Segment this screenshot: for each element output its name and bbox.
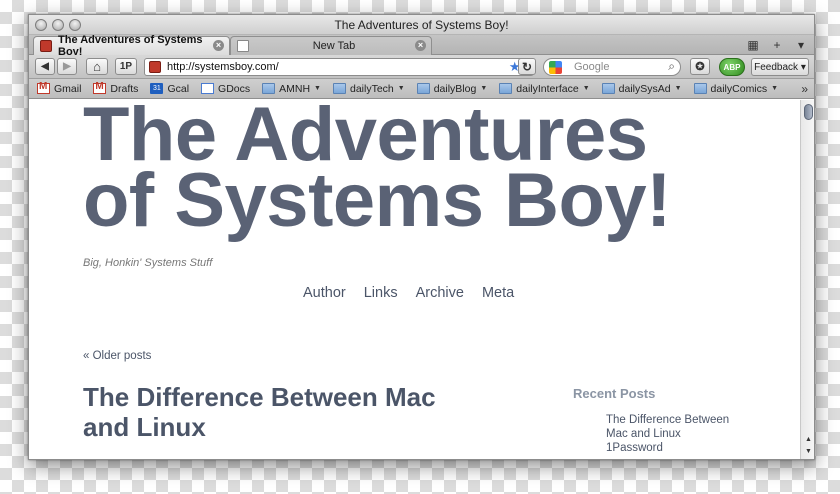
tabbar-tools: ▦ + ▾ (744, 37, 810, 53)
post-title-line: and Linux (83, 412, 206, 442)
bookmark-folder-amnh[interactable]: AMNH ▼ (262, 83, 321, 95)
bookmark-folder-dailyblog[interactable]: dailyBlog ▼ (416, 83, 488, 95)
chevron-down-icon: ▼ (674, 85, 682, 92)
scrollbar-thumb[interactable] (804, 104, 813, 120)
folder-icon (601, 83, 615, 94)
vertical-scrollbar[interactable]: ▲ ▼ (800, 100, 814, 459)
site-tagline: Big, Honkin' Systems Stuff (83, 257, 213, 269)
back-button[interactable]: ◀ (35, 58, 55, 75)
bookmark-drafts[interactable]: Drafts (93, 81, 138, 95)
folder-icon (499, 83, 513, 94)
chevron-down-icon: ▼ (771, 85, 779, 92)
nav-link-archive[interactable]: Archive (416, 285, 464, 301)
site-title-line: of Systems Boy! (83, 158, 672, 243)
google-icon (549, 61, 562, 74)
calendar-icon: 31 (150, 83, 164, 94)
bookmark-gmail[interactable]: Gmail (37, 81, 81, 95)
chevron-down-icon: ▼ (582, 85, 590, 92)
browser-window: The Adventures of Systems Boy! The Adven… (28, 14, 815, 460)
older-posts-link[interactable]: « Older posts (83, 350, 151, 362)
recent-posts-heading: Recent Posts (573, 386, 656, 401)
recent-posts-list: The Difference Between Mac and Linux 1Pa… (606, 413, 756, 455)
adblock-button[interactable]: ABP (719, 58, 745, 76)
site-favicon-icon (40, 40, 52, 52)
nav-link-author[interactable]: Author (303, 285, 346, 301)
more-bookmarks-icon[interactable]: » (801, 82, 808, 96)
tab-overview-icon[interactable]: ▦ (744, 37, 762, 53)
url-field[interactable]: http://systemsboy.com/ ★▾ (144, 58, 534, 76)
gmail-icon (93, 81, 107, 94)
sync-button[interactable]: ✪ (690, 58, 710, 75)
nav-link-links[interactable]: Links (364, 285, 398, 301)
chevron-down-icon: ▼ (314, 85, 321, 92)
bookmark-gcal[interactable]: 31 Gcal (150, 83, 189, 95)
folder-icon (416, 83, 430, 94)
recent-post-link[interactable]: 1Password (606, 441, 756, 455)
chevron-down-icon: ▼ (480, 85, 488, 92)
home-button[interactable]: ⌂ (86, 58, 108, 75)
folder-icon (693, 83, 707, 94)
tab-systemsboy[interactable]: The Adventures of Systems Boy! × (33, 34, 230, 58)
bookmark-folder-dailytech[interactable]: dailyTech ▼ (332, 83, 405, 95)
page-icon (237, 40, 249, 52)
gmail-icon (37, 81, 50, 94)
post-title-line: The Difference Between Mac (83, 382, 436, 412)
search-placeholder: Google (574, 61, 610, 73)
scroll-down-icon[interactable]: ▼ (801, 446, 814, 458)
bookmarks-bar: Gmail Drafts 31Gcal GDocs AMNH▼ dailyTec… (29, 79, 814, 99)
recent-post-link[interactable]: Mac and Linux (606, 427, 756, 441)
tab-label: New Tab (312, 40, 356, 52)
chevron-down-icon: ▼ (397, 85, 405, 92)
bookmark-folder-dailyinterface[interactable]: dailyInterface ▼ (499, 83, 590, 95)
nav-link-meta[interactable]: Meta (482, 285, 514, 301)
search-icon[interactable]: ⌕ (668, 59, 675, 74)
navigation-toolbar: ◀ ▶ ⌂ 1P http://systemsboy.com/ ★▾ ↻ Goo… (29, 55, 814, 79)
bookmark-folder-dailysysad[interactable]: dailySysAd ▼ (601, 83, 682, 95)
folder-icon (332, 83, 346, 94)
close-tab-icon[interactable]: × (213, 40, 224, 51)
site-title[interactable]: The Adventures of Systems Boy! (83, 100, 783, 243)
docs-icon (201, 83, 215, 94)
site-favicon-icon (149, 61, 161, 73)
post-title[interactable]: The Difference Between Mac and Linux (83, 382, 503, 442)
tab-list-icon[interactable]: ▾ (792, 37, 810, 53)
bookmark-gdocs[interactable]: GDocs (201, 83, 250, 95)
onepassword-button[interactable]: 1P (115, 58, 137, 75)
search-input[interactable]: Google ⌕ (543, 58, 681, 76)
reload-button[interactable]: ↻ (518, 58, 536, 75)
new-tab-icon[interactable]: + (768, 37, 786, 53)
scroll-up-icon[interactable]: ▲ (801, 434, 814, 446)
site-navigation: Author Links Archive Meta (303, 285, 514, 301)
tab-new-tab[interactable]: New Tab × (230, 36, 432, 55)
url-text: http://systemsboy.com/ (167, 61, 279, 73)
page-content: The Adventures of Systems Boy! Big, Honk… (29, 100, 800, 459)
tab-bar: The Adventures of Systems Boy! × New Tab… (29, 34, 814, 58)
folder-icon (262, 83, 276, 94)
title-bar: The Adventures of Systems Boy! (29, 15, 814, 35)
window-title: The Adventures of Systems Boy! (334, 18, 509, 32)
close-tab-icon[interactable]: × (415, 40, 426, 51)
forward-button[interactable]: ▶ (57, 58, 77, 75)
bookmark-folder-dailycomics[interactable]: dailyComics ▼ (693, 83, 779, 95)
recent-post-link[interactable]: The Difference Between (606, 413, 756, 427)
feedback-button[interactable]: Feedback ▾ (751, 58, 809, 76)
